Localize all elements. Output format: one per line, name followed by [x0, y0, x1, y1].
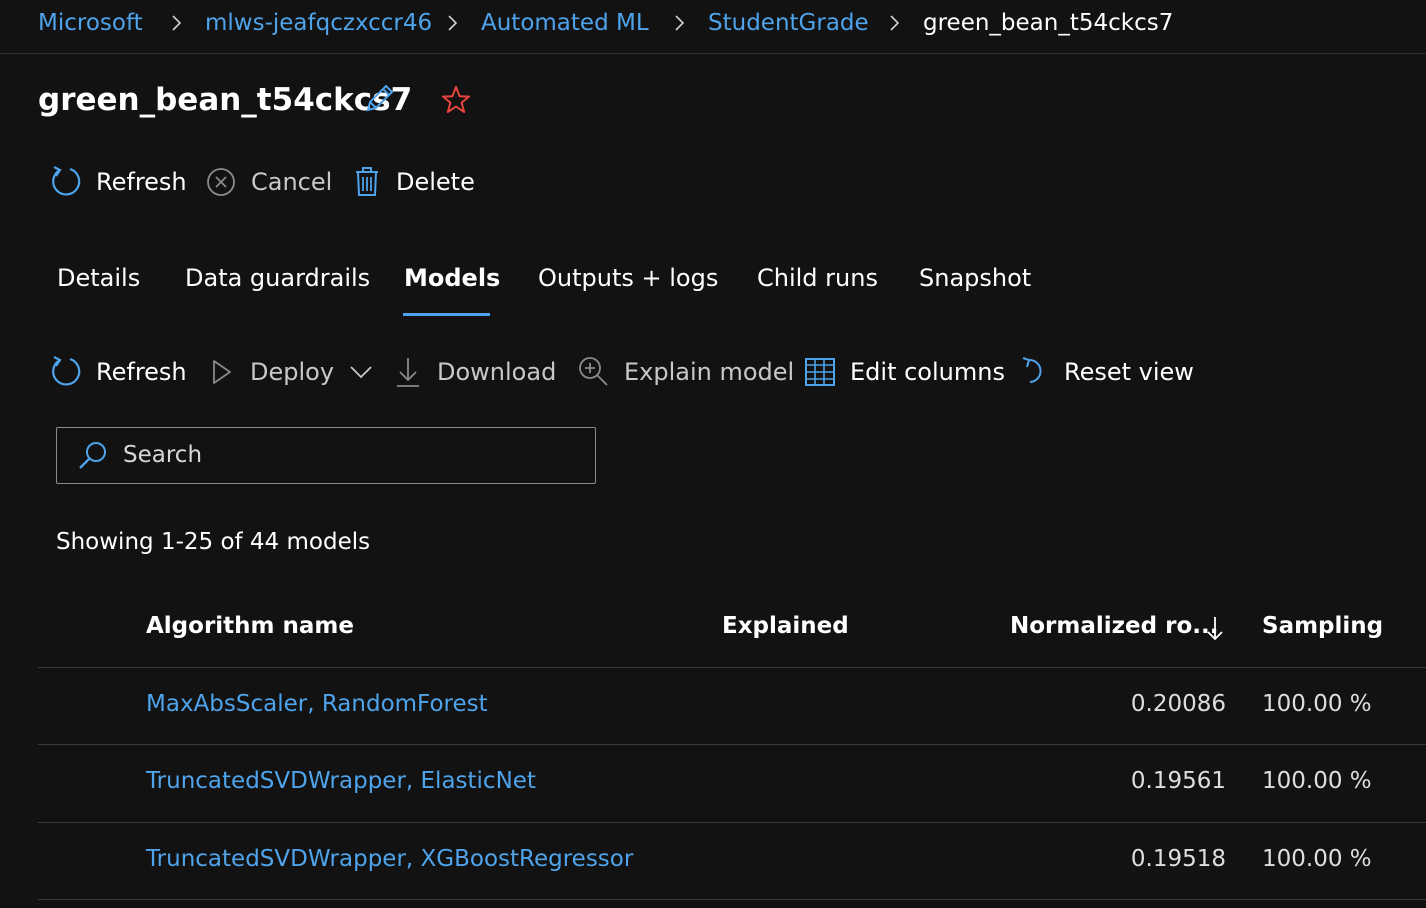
run-refresh-button[interactable]: Refresh — [50, 164, 187, 200]
active-tab-indicator — [403, 313, 490, 316]
table-divider — [38, 822, 1426, 823]
chevron-right-icon — [675, 15, 685, 31]
edit-columns-button[interactable]: Edit columns — [804, 354, 1005, 390]
edit-icon[interactable] — [362, 82, 396, 116]
metric-value: 0.19518 — [1130, 846, 1226, 872]
breadcrumb-item-current-run: green_bean_t54ckcs7 — [923, 10, 1174, 36]
chevron-right-icon — [172, 15, 182, 31]
search-placeholder: Search — [123, 442, 203, 468]
download-button[interactable]: Download — [393, 354, 556, 390]
cancel-label: Cancel — [251, 168, 333, 196]
column-header-normalized-metric[interactable]: Normalized ro... — [1010, 613, 1218, 639]
tab-data-guardrails[interactable]: Data guardrails — [185, 264, 370, 292]
undo-icon — [1022, 357, 1042, 383]
trash-icon — [356, 167, 378, 196]
search-input[interactable]: Search — [56, 427, 596, 484]
deploy-button[interactable]: Deploy — [208, 354, 376, 390]
explain-model-label: Explain model — [624, 358, 795, 386]
tab-snapshot[interactable]: Snapshot — [919, 264, 1031, 292]
sampling-value: 100.00 % — [1262, 846, 1372, 872]
deploy-label: Deploy — [250, 358, 335, 386]
tab-details[interactable]: Details — [57, 264, 140, 292]
run-refresh-label: Refresh — [96, 168, 187, 196]
column-header-explained[interactable]: Explained — [722, 613, 849, 639]
page-title: green_bean_t54ckcs7 — [38, 82, 413, 118]
tab-outputs-logs[interactable]: Outputs + logs — [538, 264, 718, 292]
cancel-icon — [207, 168, 235, 196]
metric-value: 0.19561 — [1130, 768, 1226, 794]
refresh-icon — [52, 356, 81, 386]
breadcrumb-item-automated-ml[interactable]: Automated ML — [481, 10, 649, 36]
metric-value: 0.20086 — [1130, 691, 1226, 717]
explain-model-button[interactable]: Explain model — [576, 354, 794, 390]
algorithm-link[interactable]: MaxAbsScaler, RandomForest — [146, 691, 488, 717]
table-divider — [38, 744, 1426, 745]
edit-columns-label: Edit columns — [850, 358, 1005, 386]
sort-descending-icon — [1207, 617, 1223, 641]
cancel-button[interactable]: Cancel — [205, 164, 332, 200]
results-count: Showing 1-25 of 44 models — [56, 529, 371, 555]
sampling-value: 100.00 % — [1262, 768, 1372, 794]
zoom-in-icon — [579, 357, 608, 386]
tab-models[interactable]: Models — [404, 264, 500, 292]
algorithm-link[interactable]: TruncatedSVDWrapper, ElasticNet — [146, 768, 536, 794]
download-label: Download — [437, 358, 557, 386]
models-refresh-label: Refresh — [96, 358, 187, 386]
delete-button[interactable]: Delete — [352, 164, 475, 200]
algorithm-link[interactable]: TruncatedSVDWrapper, XGBoostRegressor — [146, 846, 633, 872]
breadcrumb: Microsoft mlws-jeafqczxccr46 Automated M… — [0, 0, 1426, 54]
reset-view-label: Reset view — [1064, 358, 1194, 386]
chevron-down-icon — [350, 366, 372, 379]
favorite-star-icon[interactable] — [440, 84, 472, 116]
models-refresh-button[interactable]: Refresh — [50, 354, 187, 390]
chevron-right-icon — [890, 15, 900, 31]
table-divider — [38, 899, 1426, 900]
breadcrumb-item-experiment[interactable]: StudentGrade — [708, 10, 869, 36]
search-icon — [79, 442, 106, 469]
column-header-algorithm[interactable]: Algorithm name — [146, 613, 354, 639]
table-grid-icon — [805, 358, 835, 386]
play-icon — [213, 360, 231, 384]
table-divider — [38, 667, 1426, 668]
column-header-sampling[interactable]: Sampling — [1262, 613, 1383, 639]
reset-view-button[interactable]: Reset view — [1020, 354, 1194, 390]
delete-label: Delete — [396, 168, 475, 196]
chevron-right-icon — [448, 15, 458, 31]
tab-child-runs[interactable]: Child runs — [757, 264, 878, 292]
breadcrumb-item-workspace[interactable]: mlws-jeafqczxccr46 — [205, 10, 432, 36]
refresh-icon — [52, 166, 81, 196]
breadcrumb-item-microsoft[interactable]: Microsoft — [38, 10, 143, 36]
sampling-value: 100.00 % — [1262, 691, 1372, 717]
download-icon — [397, 358, 419, 387]
